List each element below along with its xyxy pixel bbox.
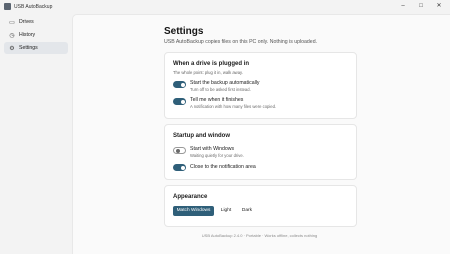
section-title: When a drive is plugged in [173, 61, 250, 67]
page-title: Settings [164, 26, 204, 37]
option-description: Waiting quietly for your drive. [190, 153, 244, 158]
sidebar-item-label: Settings [19, 45, 38, 51]
window-title: USB AutoBackup [14, 4, 53, 10]
option-label: Start the backup automatically [190, 80, 260, 86]
card-appearance: Appearance Match Windows Light Dark [164, 185, 357, 227]
toggle-knob [180, 99, 185, 104]
app-logo-icon [4, 3, 11, 10]
start-with-windows-toggle[interactable] [173, 147, 186, 154]
sidebar-item-history[interactable]: ◷ History [4, 29, 68, 41]
section-title: Appearance [173, 194, 208, 200]
theme-light-button[interactable]: Light [217, 206, 235, 216]
option-label: Close to the notification area [190, 164, 256, 170]
card-startup-window: Startup and window Start with Windows Wa… [164, 124, 357, 180]
minimize-button[interactable]: – [396, 0, 410, 12]
close-button[interactable]: ✕ [432, 0, 446, 12]
sidebar-item-label: History [19, 32, 36, 38]
sidebar-item-settings[interactable]: ⚙ Settings [4, 42, 68, 54]
theme-dark-button[interactable]: Dark [238, 206, 256, 216]
card-drive-plugged: When a drive is plugged in The whole poi… [164, 52, 357, 119]
maximize-button[interactable]: □ [414, 0, 428, 12]
option-description: Turn off to be asked first instead. [190, 87, 251, 92]
theme-match-windows-button[interactable]: Match Windows [173, 206, 214, 216]
close-to-tray-toggle[interactable] [173, 164, 186, 171]
toggle-knob [175, 149, 180, 153]
sidebar-item-label: Drives [19, 19, 34, 25]
auto-start-toggle[interactable] [173, 81, 186, 88]
section-subtitle: The whole point: plug it in, walk away. [173, 70, 243, 75]
option-description: A notification with how many files were … [190, 104, 277, 109]
option-label: Start with Windows [190, 146, 235, 152]
footer-version-text: USB AutoBackup 2.4.0 · Portable · Works … [201, 233, 318, 238]
toggle-knob [180, 82, 185, 87]
sidebar: ▭ Drives ◷ History ⚙ Settings [0, 14, 72, 253]
drive-icon: ▭ [9, 19, 15, 26]
option-label: Tell me when it finishes [190, 97, 244, 103]
notify-finish-toggle[interactable] [173, 98, 186, 105]
toggle-knob [180, 165, 185, 170]
sidebar-item-drives[interactable]: ▭ Drives [4, 16, 68, 28]
page-subtitle: USB AutoBackup copies files on this PC o… [164, 39, 318, 45]
history-icon: ◷ [9, 32, 15, 39]
section-title: Startup and window [173, 133, 230, 139]
gear-icon: ⚙ [9, 45, 15, 52]
title-bar: USB AutoBackup – □ ✕ [0, 0, 450, 14]
